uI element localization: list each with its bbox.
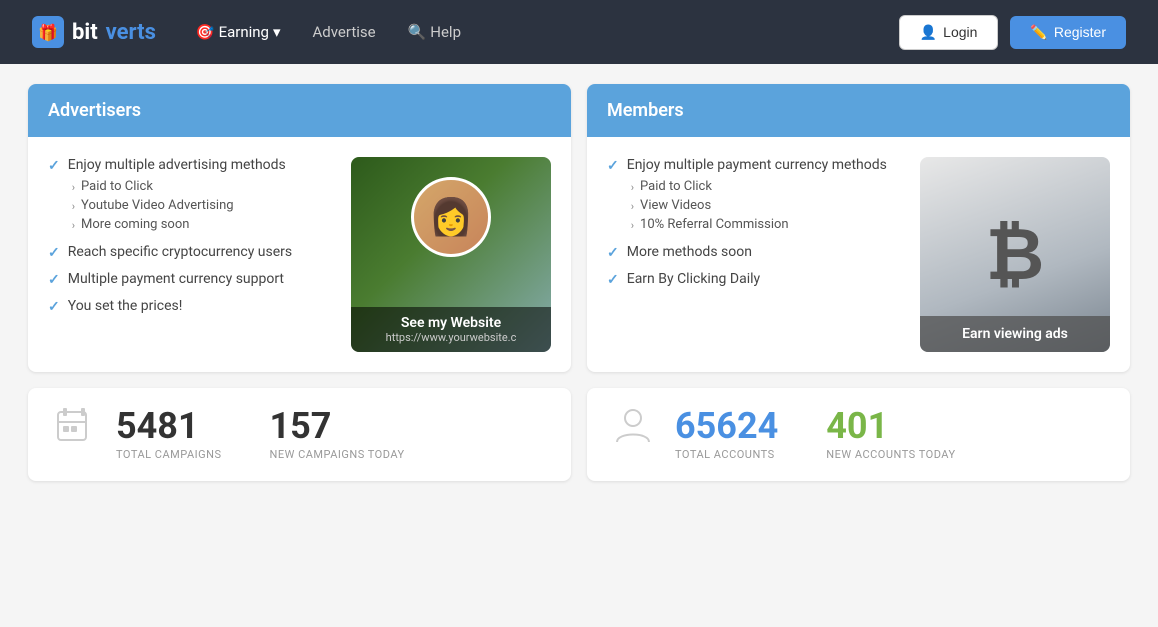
members-list: ✓ Enjoy multiple payment currency method… <box>607 157 904 352</box>
list-item: › 10% Referral Commission <box>631 215 904 234</box>
campaigns-icon <box>52 404 96 458</box>
new-accounts-label: NEW ACCOUNTS TODAY <box>826 448 955 461</box>
logo-bit: bit <box>72 20 98 45</box>
new-accounts-stat: 401 NEW ACCOUNTS TODAY <box>826 408 955 461</box>
stats-panel-right: 65624 TOTAL ACCOUNTS 401 NEW ACCOUNTS TO… <box>587 388 1130 481</box>
stats-numbers-right: 65624 TOTAL ACCOUNTS 401 NEW ACCOUNTS TO… <box>675 408 956 461</box>
nav-earning[interactable]: 🎯 Earning ▾ <box>196 23 281 41</box>
list-item: › Paid to Click <box>631 177 904 196</box>
arrow-icon: › <box>72 181 75 194</box>
advertisers-panel: Advertisers ✓ Enjoy multiple advertising… <box>28 84 571 372</box>
members-body: ✓ Enjoy multiple payment currency method… <box>587 137 1130 372</box>
login-button[interactable]: 👤 Login <box>899 15 999 50</box>
check-icon: ✓ <box>607 272 619 288</box>
avatar-face: 👩 <box>429 196 474 238</box>
total-accounts-value: 65624 <box>675 408 778 444</box>
advertiser-image-card: 👩 See my Website https://www.yourwebsite… <box>351 157 551 352</box>
site-url: https://www.yourwebsite.c <box>361 331 541 344</box>
list-item: ✓ Earn By Clicking Daily <box>607 271 904 288</box>
arrow-icon: › <box>631 181 634 194</box>
list-item: › View Videos <box>631 196 904 215</box>
search-icon: 🔍 <box>408 23 427 41</box>
list-item: › Paid to Click <box>72 177 335 196</box>
bitcoin-card: ₿ Earn viewing ads <box>920 157 1110 352</box>
list-item: ✓ More methods soon <box>607 244 904 261</box>
list-item: ✓ Multiple payment currency support <box>48 271 335 288</box>
list-item: › More coming soon <box>72 215 335 234</box>
register-button[interactable]: ✏️ Register <box>1010 16 1126 49</box>
accounts-icon <box>611 404 655 458</box>
chevron-down-icon: ▾ <box>273 23 281 41</box>
nav-actions: 👤 Login ✏️ Register <box>899 15 1126 50</box>
check-icon: ✓ <box>48 158 60 174</box>
check-icon: ✓ <box>607 158 619 174</box>
new-campaigns-value: 157 <box>269 408 404 444</box>
arrow-icon: › <box>72 200 75 213</box>
panels-row: Advertisers ✓ Enjoy multiple advertising… <box>28 84 1130 372</box>
total-accounts-label: TOTAL ACCOUNTS <box>675 448 778 461</box>
check-icon: ✓ <box>48 245 60 261</box>
stats-row: 5481 TOTAL CAMPAIGNS 157 NEW CAMPAIGNS T… <box>28 388 1130 481</box>
list-item: ✓ Enjoy multiple advertising methods › P… <box>48 157 335 234</box>
check-icon: ✓ <box>607 245 619 261</box>
check-icon: ✓ <box>48 299 60 315</box>
nav-links: 🎯 Earning ▾ Advertise 🔍 Help <box>196 23 859 41</box>
main-content: Advertisers ✓ Enjoy multiple advertising… <box>0 64 1158 501</box>
sub-list: › Paid to Click › View Videos › 10% Refe… <box>631 177 904 234</box>
navbar: 🎁 bitverts 🎯 Earning ▾ Advertise 🔍 Help … <box>0 0 1158 64</box>
list-item: ✓ Enjoy multiple payment currency method… <box>607 157 904 234</box>
advertisers-list: ✓ Enjoy multiple advertising methods › P… <box>48 157 335 352</box>
logo-verts: verts <box>106 20 156 45</box>
advertisers-body: ✓ Enjoy multiple advertising methods › P… <box>28 137 571 372</box>
nav-advertise[interactable]: Advertise <box>313 23 376 41</box>
new-accounts-value: 401 <box>826 408 955 444</box>
edit-icon: ✏️ <box>1030 24 1047 41</box>
logo[interactable]: 🎁 bit verts <box>32 16 156 48</box>
total-accounts-stat: 65624 TOTAL ACCOUNTS <box>675 408 778 461</box>
ad-overlay: See my Website https://www.yourwebsite.c <box>351 307 551 352</box>
arrow-icon: › <box>631 219 634 232</box>
earning-icon: 🎯 <box>196 23 215 41</box>
stats-panel-left: 5481 TOTAL CAMPAIGNS 157 NEW CAMPAIGNS T… <box>28 388 571 481</box>
user-icon: 👤 <box>920 24 937 41</box>
stats-numbers-left: 5481 TOTAL CAMPAIGNS 157 NEW CAMPAIGNS T… <box>116 408 405 461</box>
new-campaigns-stat: 157 NEW CAMPAIGNS TODAY <box>269 408 404 461</box>
members-panel: Members ✓ Enjoy multiple payment currenc… <box>587 84 1130 372</box>
advertisers-header: Advertisers <box>28 84 571 137</box>
arrow-icon: › <box>631 200 634 213</box>
sub-list: › Paid to Click › Youtube Video Advertis… <box>72 177 335 234</box>
list-item: ✓ You set the prices! <box>48 298 335 315</box>
bitcoin-symbol: ₿ <box>986 219 1045 291</box>
total-campaigns-value: 5481 <box>116 408 221 444</box>
avatar: 👩 <box>411 177 491 257</box>
members-header: Members <box>587 84 1130 137</box>
total-campaigns-stat: 5481 TOTAL CAMPAIGNS <box>116 408 221 461</box>
bitcoin-label: Earn viewing ads <box>920 316 1110 352</box>
arrow-icon: › <box>72 219 75 232</box>
new-campaigns-label: NEW CAMPAIGNS TODAY <box>269 448 404 461</box>
site-name: See my Website <box>361 315 541 331</box>
nav-help[interactable]: 🔍 Help <box>408 23 461 41</box>
list-item: ✓ Reach specific cryptocurrency users <box>48 244 335 261</box>
logo-icon: 🎁 <box>32 16 64 48</box>
list-item: › Youtube Video Advertising <box>72 196 335 215</box>
total-campaigns-label: TOTAL CAMPAIGNS <box>116 448 221 461</box>
check-icon: ✓ <box>48 272 60 288</box>
